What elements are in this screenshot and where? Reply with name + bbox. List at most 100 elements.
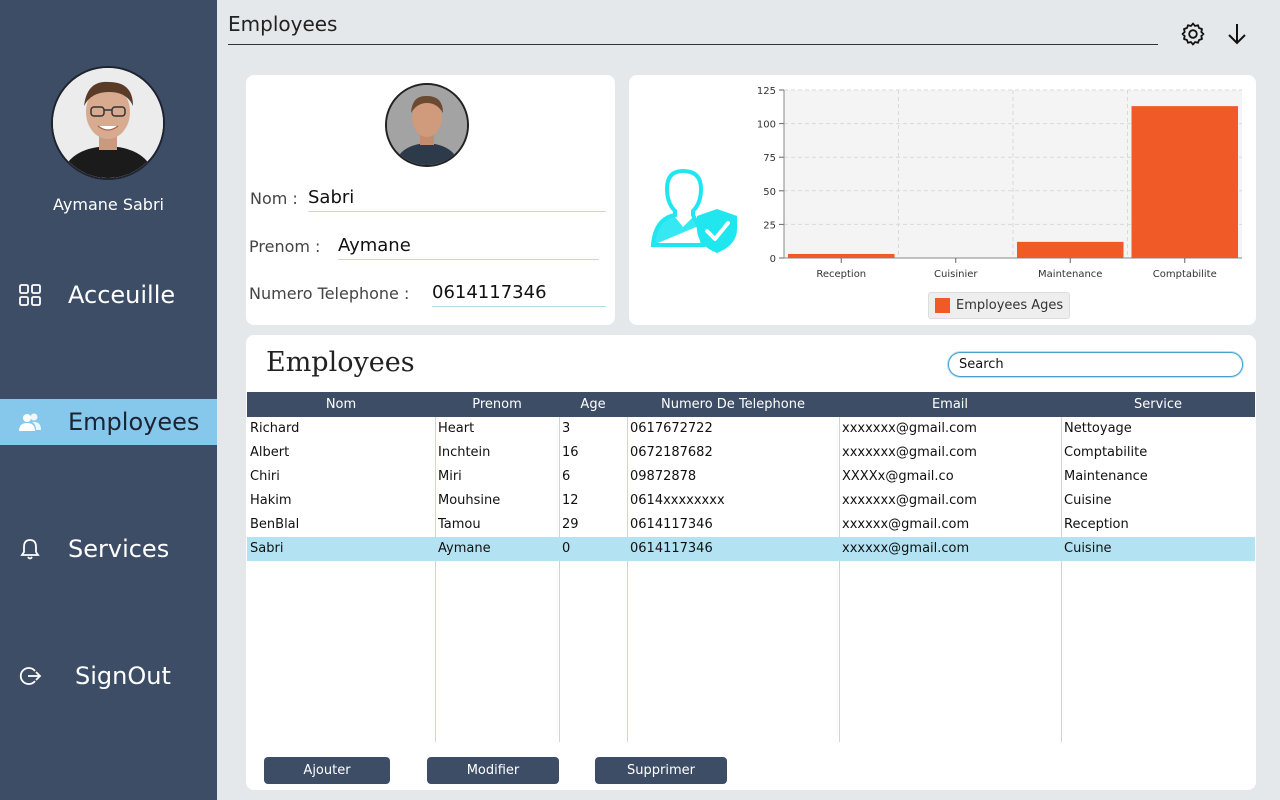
grid-icon	[19, 284, 41, 306]
table-cell: Tamou	[438, 517, 481, 532]
table-cell: xxxxxxx@gmail.com	[842, 445, 977, 460]
table-cell: xxxxxx@gmail.com	[842, 517, 970, 532]
column-header[interactable]: Prenom	[435, 392, 559, 417]
table-cell: xxxxxx@gmail.com	[842, 541, 970, 556]
sidebar-item-label: Employees	[68, 408, 200, 436]
x-tick-label: Comptabilite	[1153, 269, 1217, 280]
y-tick-label: 50	[763, 187, 776, 198]
table-cell: Heart	[438, 421, 475, 436]
employees-table-card: Employees NomPrenomAgeNumero De Telephon…	[246, 335, 1256, 790]
table-cell: xxxxxxx@gmail.com	[842, 421, 977, 436]
edit-button[interactable]: Modifier	[427, 757, 559, 784]
table-cell: 29	[562, 517, 579, 532]
table-cell: Maintenance	[1064, 469, 1148, 484]
chart-legend: Employees Ages	[928, 292, 1071, 319]
y-tick-label: 125	[757, 86, 776, 97]
chart-bar	[788, 253, 895, 258]
table-row[interactable]: Richard Heart 3 0617672722 xxxxxxx@gmail.com…	[247, 417, 1255, 441]
table-cell: 0617672722	[630, 421, 713, 436]
table-row[interactable]: BenBlal Tamou 29 0614117346 xxxxxx@gmail.com…	[247, 513, 1255, 537]
table-cell: 0	[562, 541, 571, 556]
table-cell: Albert	[250, 445, 290, 460]
table-body: Richard Heart 3 0617672722 xxxxxxx@gmail.com…	[247, 417, 1255, 742]
table-cell: Richard	[250, 421, 300, 436]
table-title: Employees	[266, 347, 415, 378]
chart-bar	[1017, 241, 1124, 258]
table-header: Nom Prenom Age Numero De Telephone Email Serv…	[247, 392, 1255, 417]
employees-table: Nom Prenom Age Numero De Telephone Email Serv…	[247, 392, 1255, 742]
sidebar-item-services[interactable]: Services	[0, 526, 217, 572]
table-cell: BenBlal	[250, 517, 300, 532]
table-cell: 0614117346	[630, 517, 713, 532]
telephone-field[interactable]: 0614117346	[432, 282, 606, 307]
sidebar-item-acceuille[interactable]: Acceuille	[0, 272, 217, 318]
table-row[interactable]: Sabri Aymane 0 0614117346 xxxxxx@gmail.com Cu…	[247, 537, 1255, 561]
table-row[interactable]: Hakim Mouhsine 12 0614xxxxxxxx xxxxxxx@gmail…	[247, 489, 1255, 513]
table-cell: Sabri	[250, 541, 284, 556]
table-cell: 12	[562, 493, 579, 508]
y-tick-label: 0	[770, 254, 776, 265]
table-cell: 16	[562, 445, 579, 460]
table-cell: 09872878	[630, 469, 697, 484]
table-cell: 0672187682	[630, 445, 713, 460]
gear-icon[interactable]	[1181, 22, 1205, 46]
table-cell: Chiri	[250, 469, 280, 484]
nom-label: Nom :	[250, 189, 298, 208]
page-title: Employees	[228, 12, 338, 36]
column-header[interactable]: Nom	[247, 392, 435, 417]
users-icon	[19, 413, 41, 431]
title-underline	[228, 44, 1158, 45]
table-row[interactable]: Chiri Miri 6 09872878 XXXXx@gmail.co Maintena…	[247, 465, 1255, 489]
y-tick-label: 25	[763, 220, 776, 231]
column-header[interactable]: Email	[839, 392, 1061, 417]
table-cell: Reception	[1064, 517, 1129, 532]
column-header[interactable]: Service	[1061, 392, 1255, 417]
sidebar: Aymane Sabri Acceuille Employees Service…	[0, 0, 217, 800]
x-tick-label: Reception	[816, 269, 866, 280]
y-tick-label: 100	[757, 120, 776, 131]
legend-swatch	[935, 298, 950, 313]
table-cell: 0614xxxxxxxx	[630, 493, 725, 508]
sidebar-item-label: Acceuille	[68, 281, 176, 309]
table-cell: Cuisine	[1064, 541, 1112, 556]
table-cell: xxxxxxx@gmail.com	[842, 493, 977, 508]
bell-icon	[20, 539, 40, 560]
sidebar-item-signout[interactable]: SignOut	[0, 653, 217, 699]
chart-card: 0 25 50 75 100 125 Reception Cuisinier Maintenan…	[629, 75, 1256, 325]
table-cell: Cuisine	[1064, 493, 1112, 508]
table-row[interactable]: Albert Inchtein 16 0672187682 xxxxxxx@gmail.…	[247, 441, 1255, 465]
telephone-label: Numero Telephone :	[249, 284, 410, 303]
table-cell: Miri	[438, 469, 462, 484]
column-header[interactable]: Numero De Telephone	[627, 392, 839, 417]
table-cell: Aymane	[438, 541, 491, 556]
table-cell: Comptabilite	[1064, 445, 1148, 460]
nom-field[interactable]: Sabri	[308, 187, 606, 212]
table-cell: Inchtein	[438, 445, 491, 460]
legend-label: Employees Ages	[956, 298, 1064, 313]
delete-button[interactable]: Supprimer	[595, 757, 727, 784]
prenom-label: Prenom :	[249, 237, 321, 256]
table-cell: XXXXx@gmail.co	[842, 469, 954, 484]
table-cell: Nettoyage	[1064, 421, 1132, 436]
chart-bar	[1131, 106, 1238, 259]
signout-icon	[19, 667, 42, 685]
bar-chart: 0 25 50 75 100 125 Reception Cuisinier Maintenan…	[757, 86, 1242, 280]
arrow-down-icon[interactable]	[1225, 22, 1249, 46]
sidebar-item-label: SignOut	[75, 662, 171, 690]
sidebar-item-employees[interactable]: Employees	[0, 399, 217, 445]
employee-photo	[385, 83, 469, 167]
column-header[interactable]: Age	[559, 392, 627, 417]
user-avatar	[51, 66, 165, 180]
table-cell: 0614117346	[630, 541, 713, 556]
table-cell: 6	[562, 469, 571, 484]
x-tick-label: Maintenance	[1038, 269, 1102, 280]
add-button[interactable]: Ajouter	[264, 757, 390, 784]
table-cell: 3	[562, 421, 571, 436]
profile-card: Nom : Sabri Prenom : Aymane Numero Telep…	[246, 75, 615, 325]
search-input[interactable]	[948, 352, 1243, 377]
user-name: Aymane Sabri	[53, 195, 164, 214]
sidebar-item-label: Services	[68, 535, 170, 563]
y-tick-label: 75	[763, 153, 776, 164]
x-tick-label: Cuisinier	[934, 269, 978, 280]
prenom-field[interactable]: Aymane	[338, 235, 599, 260]
